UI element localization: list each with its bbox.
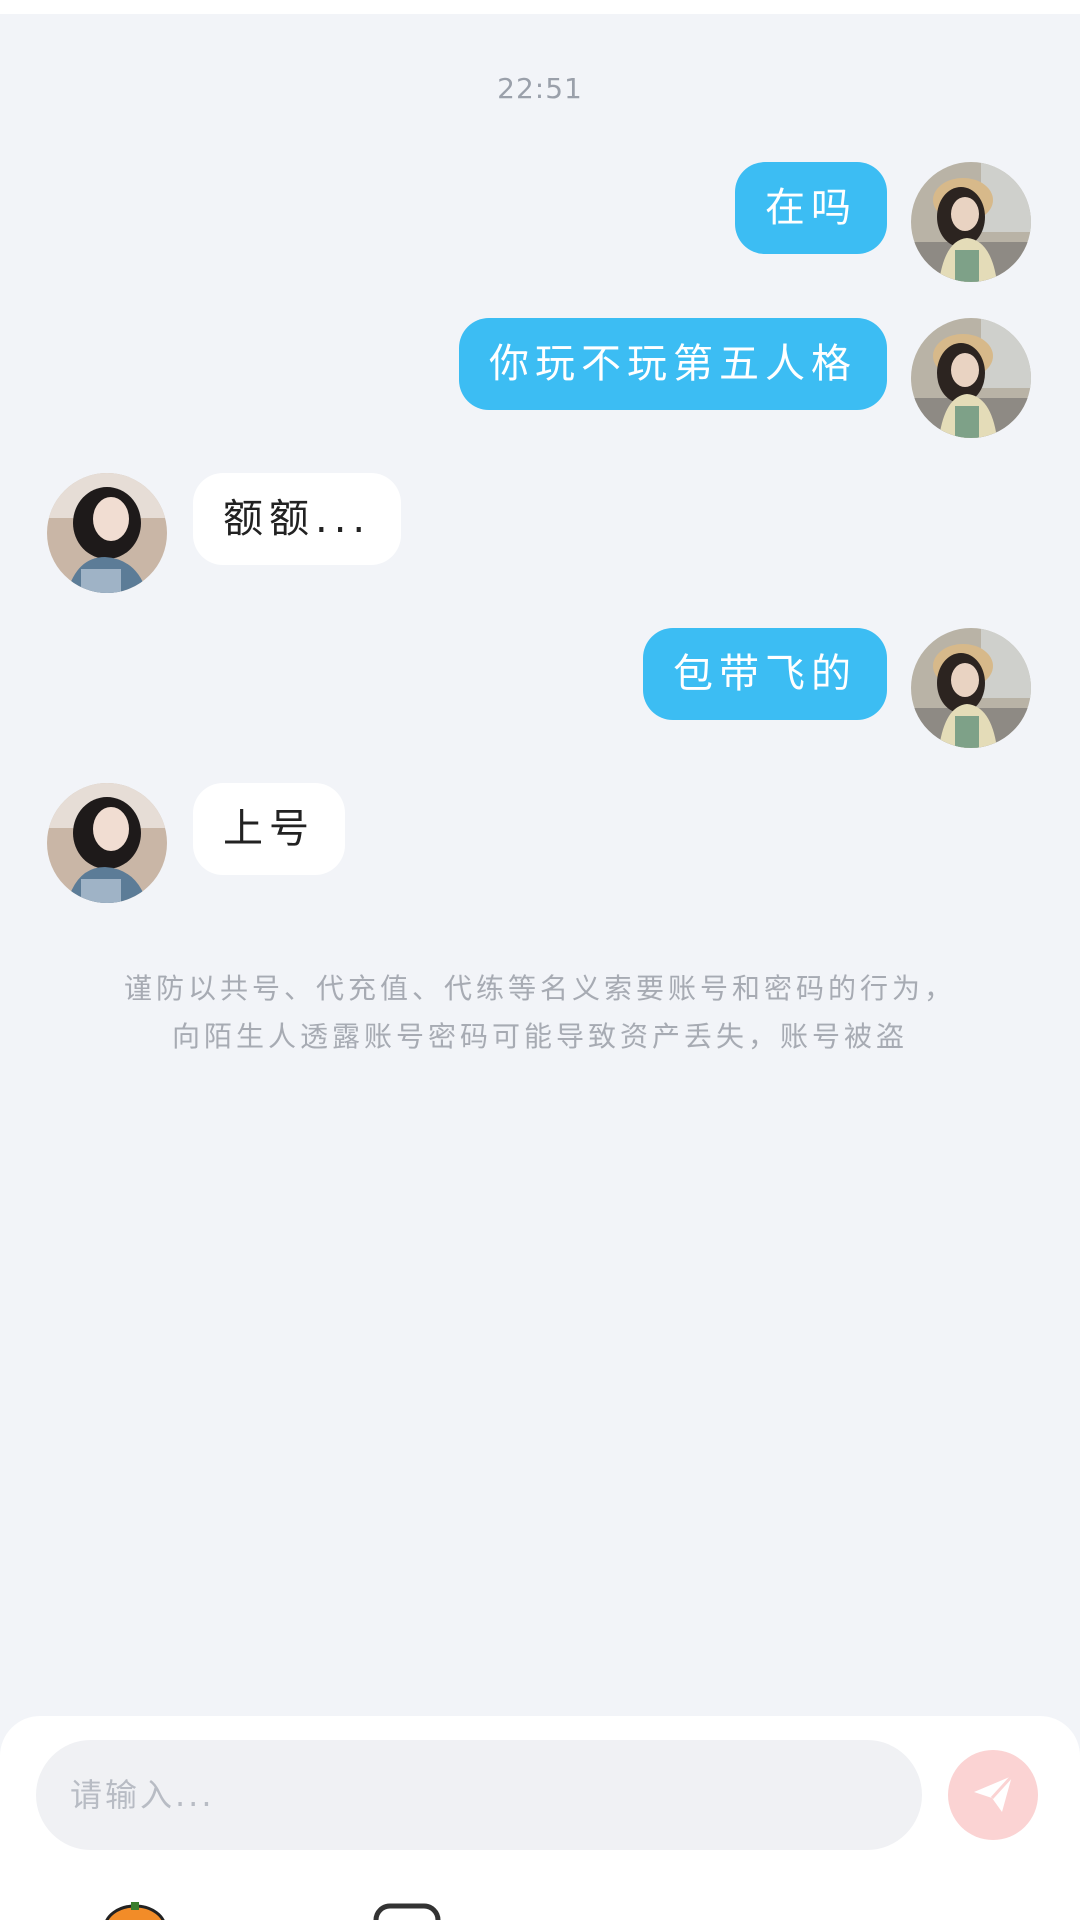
status-bar-strip	[0, 0, 1080, 14]
message-row-incoming: 额额...	[0, 473, 1080, 593]
message-timestamp: 22:51	[497, 72, 583, 105]
my-avatar[interactable]	[911, 318, 1031, 438]
message-row-outgoing: 你玩不玩第五人格	[0, 318, 1080, 438]
security-notice: 谨防以共号、代充值、代练等名义索要账号和密码的行为， 向陌生人透露账号密码可能导…	[60, 965, 1020, 1061]
message-row-outgoing: 在吗	[0, 162, 1080, 282]
contact-avatar[interactable]	[47, 473, 167, 593]
my-avatar[interactable]	[911, 162, 1031, 282]
message-row-outgoing: 包带飞的	[0, 628, 1080, 748]
security-notice-line: 谨防以共号、代充值、代练等名义索要账号和密码的行为，	[123, 972, 956, 1005]
message-bubble-incoming[interactable]: 额额...	[193, 473, 402, 565]
security-notice-line: 向陌生人透露账号密码可能导致资产丢失，账号被盗	[171, 1020, 908, 1053]
gamepad-icon[interactable]	[372, 1902, 442, 1920]
contact-avatar[interactable]	[47, 783, 167, 903]
pumpkin-emoji-icon[interactable]	[100, 1902, 170, 1920]
message-input[interactable]	[36, 1740, 922, 1850]
my-avatar[interactable]	[911, 628, 1031, 748]
message-bubble-outgoing[interactable]: 包带飞的	[643, 628, 887, 720]
message-row-incoming: 上号	[0, 783, 1080, 903]
paper-plane-icon	[968, 1768, 1018, 1822]
message-bubble-outgoing[interactable]: 你玩不玩第五人格	[459, 318, 887, 410]
message-bubble-outgoing[interactable]: 在吗	[735, 162, 887, 254]
send-button[interactable]	[948, 1750, 1038, 1840]
message-bubble-incoming[interactable]: 上号	[193, 783, 345, 875]
message-composer	[0, 1716, 1080, 1920]
